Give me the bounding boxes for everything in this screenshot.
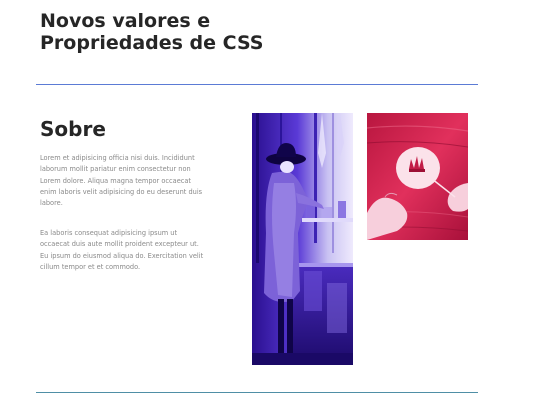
about-paragraph-2: Ea laboris consequat adipisicing ipsum u… [40,228,246,273]
paragraph-2-line: Ea laboris consequat adipisicing ipsum u… [40,229,178,237]
paragraph-1-line: Lorem et adipisicing officia nisi duis. … [40,154,195,162]
paragraph-2-line: Eu ipsum do eiusmod aliqua do. Exercitat… [40,251,204,260]
page-title-line1: Novos valores e [40,10,211,32]
about-paragraph-1: Lorem et adipisicing officia nisi duis. … [40,153,246,209]
paragraph-1-line: laborum mollit pariatur enim consectetur… [40,165,191,174]
page-title-line2: Propriedades de CSS [40,32,264,54]
paragraph-1-line: enim laboris velit adipisicing do eu des… [40,187,203,196]
woman-photo-illustration [252,113,353,365]
hands-photo-illustration [367,113,468,240]
page-title: Novos valores e Propriedades de CSS [40,10,340,54]
paragraph-1-line: Lorem dolore. Aliqua magna tempor occaec… [40,176,191,185]
paragraph-2-line: cillum tempor et et commodo. [40,262,141,271]
section-title-about: Sobre [40,117,106,141]
paragraph-1-line: labore. [40,199,63,208]
woman-photo [252,113,353,365]
top-divider [36,84,478,85]
bottom-divider [36,392,478,393]
hands-photo [367,113,468,240]
paragraph-2-line: occaecat duis aute mollit proident excep… [40,240,199,249]
